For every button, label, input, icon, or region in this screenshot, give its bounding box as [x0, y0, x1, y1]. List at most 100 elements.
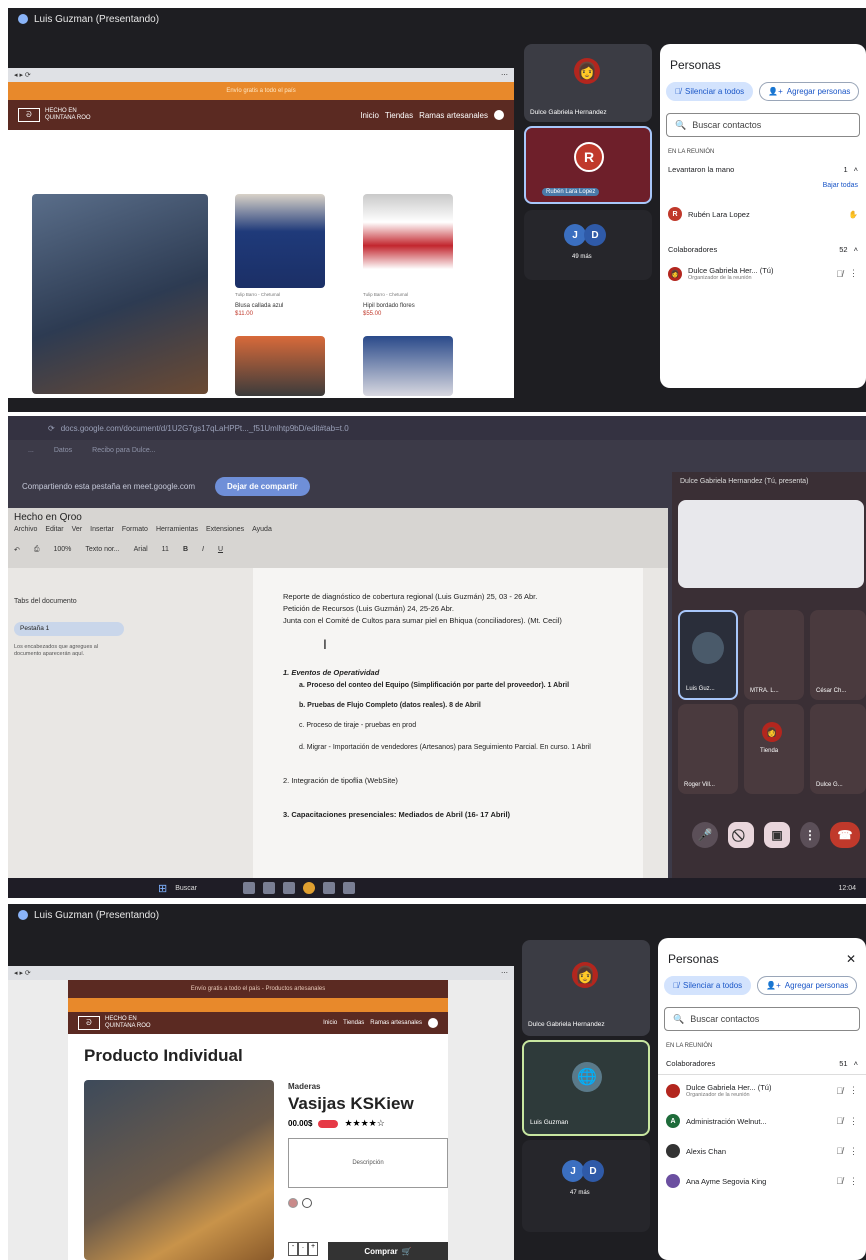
tile-dulce[interactable]: Dulce G... [810, 704, 866, 794]
participant-row[interactable]: A Administración Welnut... 🎙̸ ⋮ [658, 1106, 866, 1136]
nav-tiendas[interactable]: Tiendas [343, 1020, 364, 1026]
menu-archivo[interactable]: Archivo [14, 526, 37, 533]
tile-tienda[interactable]: 👩 Tienda [744, 704, 804, 794]
add-people-button[interactable]: 👤+ Agregar personas [759, 82, 860, 101]
underline-icon[interactable]: U [218, 546, 223, 554]
more-vert-icon[interactable]: ⋮ [849, 1085, 858, 1096]
menu-ayuda[interactable]: Ayuda [252, 526, 272, 533]
undo-icon[interactable]: ↶ [14, 546, 20, 554]
add-people-button[interactable]: 👤+ Agregar personas [757, 976, 858, 995]
chrome-icon[interactable] [303, 882, 316, 894]
doc-title[interactable]: Hecho en Qroo [14, 512, 82, 523]
print-icon[interactable]: ⎙ [34, 546, 40, 554]
mute-all-button[interactable]: 🎙̸ Silenciar a todos [666, 82, 754, 101]
product-image-4[interactable] [363, 336, 453, 396]
tile-mtra[interactable]: MTRA. L... [744, 610, 804, 700]
tile-roger[interactable]: Roger Vill... [678, 704, 738, 794]
menu-formato[interactable]: Formato [122, 526, 148, 533]
taskbar-app-icon[interactable] [263, 882, 276, 894]
more-vert-icon[interactable]: ⋮ [849, 1146, 858, 1157]
bookmark-3[interactable]: Recibo para Dulce... [92, 447, 155, 454]
camera-off-icon[interactable]: ⃠ [728, 822, 754, 848]
mic-off-icon[interactable]: 🎙̸ [836, 1146, 843, 1156]
nav-tiendas[interactable]: Tiendas [385, 111, 413, 120]
address-bar[interactable]: ⟳ docs.google.com/document/d/1U2G7gs17qL… [8, 416, 866, 440]
product-card-1[interactable]: Tulip Barro - Chetumal Blusa callada azu… [235, 292, 335, 317]
user-icon[interactable] [494, 110, 504, 120]
menu-herramientas[interactable]: Herramientas [156, 526, 198, 533]
plus-icon[interactable]: + [308, 1242, 318, 1256]
color-option-2[interactable] [302, 1198, 312, 1208]
nav-ramas[interactable]: Ramas artesanales [370, 1020, 422, 1026]
participant-tile-dulce[interactable]: 👩 Dulce Gabriela Hernandez [522, 940, 650, 1036]
user-icon[interactable] [428, 1018, 438, 1028]
product-image-hipil[interactable] [363, 194, 453, 288]
bold-icon[interactable]: B [183, 546, 188, 554]
raised-hands-header[interactable]: Levantaron la mano 1 ˄ [660, 159, 866, 180]
product-image-3[interactable] [235, 336, 325, 396]
close-icon[interactable]: ✕ [846, 952, 856, 966]
lower-all-link[interactable]: Bajar todas [660, 180, 866, 191]
collaborators-header[interactable]: Colaboradores 51 ˄ [658, 1053, 866, 1075]
minus-icon[interactable]: - [288, 1242, 298, 1256]
participant-row[interactable]: Ana Ayme Segovia King 🎙̸ ⋮ [658, 1166, 866, 1196]
hang-up-icon[interactable]: ☎ [830, 822, 860, 848]
collaborators-header[interactable]: Colaboradores 52 ˄ [660, 239, 866, 260]
nav-inicio[interactable]: Inicio [360, 111, 379, 120]
font-size-input[interactable]: 11 [162, 546, 169, 554]
zoom-select[interactable]: 100% [53, 546, 71, 554]
taskbar-search[interactable]: Buscar [175, 885, 235, 892]
participant-tile-ruben[interactable]: R Rubén Lara Lopez [524, 126, 652, 204]
outline-tab[interactable]: Pestaña 1 [14, 622, 124, 636]
product-image-blusa[interactable] [235, 194, 325, 288]
more-vert-icon[interactable]: ⋮ [849, 268, 858, 279]
taskbar-app-icon[interactable] [243, 882, 256, 894]
color-option-1[interactable] [288, 1198, 298, 1208]
italic-icon[interactable]: I [202, 546, 204, 554]
mic-icon[interactable]: 🎤 [692, 822, 718, 848]
menu-extensiones[interactable]: Extensiones [206, 526, 244, 533]
taskbar-app-icon[interactable] [343, 882, 356, 894]
mic-off-icon[interactable]: 🎙̸ [836, 1176, 843, 1186]
collab-person-row[interactable]: 👩 Dulce Gabriela Her... (Tú) Organizador … [660, 260, 866, 287]
mute-all-button[interactable]: 🎙̸ Silenciar a todos [664, 976, 752, 995]
more-vert-icon[interactable]: ⋮ [800, 822, 820, 848]
font-select[interactable]: Arial [134, 546, 148, 554]
participant-tile-more[interactable]: J D 49 más [524, 210, 652, 280]
tile-luis[interactable]: Luis Guz... [678, 610, 738, 700]
quantity-stepper[interactable]: - . + [288, 1242, 318, 1256]
search-input[interactable]: 🔍 Buscar contactos [666, 113, 860, 137]
participant-tile-more[interactable]: J D 47 más [522, 1140, 650, 1232]
stop-sharing-button[interactable]: Dejar de compartir [215, 476, 310, 496]
participant-tile-dulce[interactable]: 👩 Dulce Gabriela Hernandez [524, 44, 652, 122]
more-vert-icon[interactable]: ⋮ [849, 1116, 858, 1127]
quantity-value[interactable]: . [298, 1242, 308, 1256]
nav-ramas[interactable]: Ramas artesanales [419, 111, 488, 120]
product-card-2[interactable]: Tulip Barro - Chetumal Hipil bordado flo… [363, 292, 463, 317]
mic-off-icon[interactable]: 🎙̸ [836, 1086, 843, 1096]
tile-cesar[interactable]: César Ch... [810, 610, 866, 700]
nav-inicio[interactable]: Inicio [323, 1020, 337, 1026]
present-icon[interactable]: ▣ [764, 822, 790, 848]
hand-icon[interactable]: ✋ [849, 210, 858, 219]
menu-editar[interactable]: Editar [45, 526, 63, 533]
windows-start-icon[interactable]: ⊞ [158, 882, 167, 895]
participant-row[interactable]: Alexis Chan 🎙̸ ⋮ [658, 1136, 866, 1166]
taskbar-app-icon[interactable] [283, 882, 296, 894]
taskbar-app-icon[interactable] [323, 882, 336, 894]
site-logo[interactable]: ᘐ HECHO EN QUINTANA ROO [78, 1016, 151, 1030]
mic-off-icon[interactable]: 🎙̸ [836, 269, 843, 279]
raised-person-row[interactable]: R Rubén Lara Lopez ✋ [660, 201, 866, 227]
site-logo[interactable]: ᘐ HECHO EN QUINTANA ROO [18, 108, 91, 122]
more-vert-icon[interactable]: ⋮ [849, 1176, 858, 1187]
reload-icon[interactable]: ⟳ [48, 424, 55, 433]
participant-tile-luis[interactable]: 🌐 Luis Guzman [522, 1040, 650, 1136]
doc-page[interactable]: Reporte de diagnóstico de cobertura regi… [253, 568, 643, 878]
bookmark-1[interactable]: ... [28, 447, 34, 454]
menu-ver[interactable]: Ver [72, 526, 83, 533]
bookmark-2[interactable]: Datos [54, 447, 72, 454]
menu-insertar[interactable]: Insertar [90, 526, 114, 533]
buy-button[interactable]: Comprar 🛒 [328, 1242, 448, 1260]
self-preview-tile[interactable] [678, 500, 864, 588]
participant-row[interactable]: Dulce Gabriela Her... (Tú) Organizador de… [658, 1075, 866, 1106]
